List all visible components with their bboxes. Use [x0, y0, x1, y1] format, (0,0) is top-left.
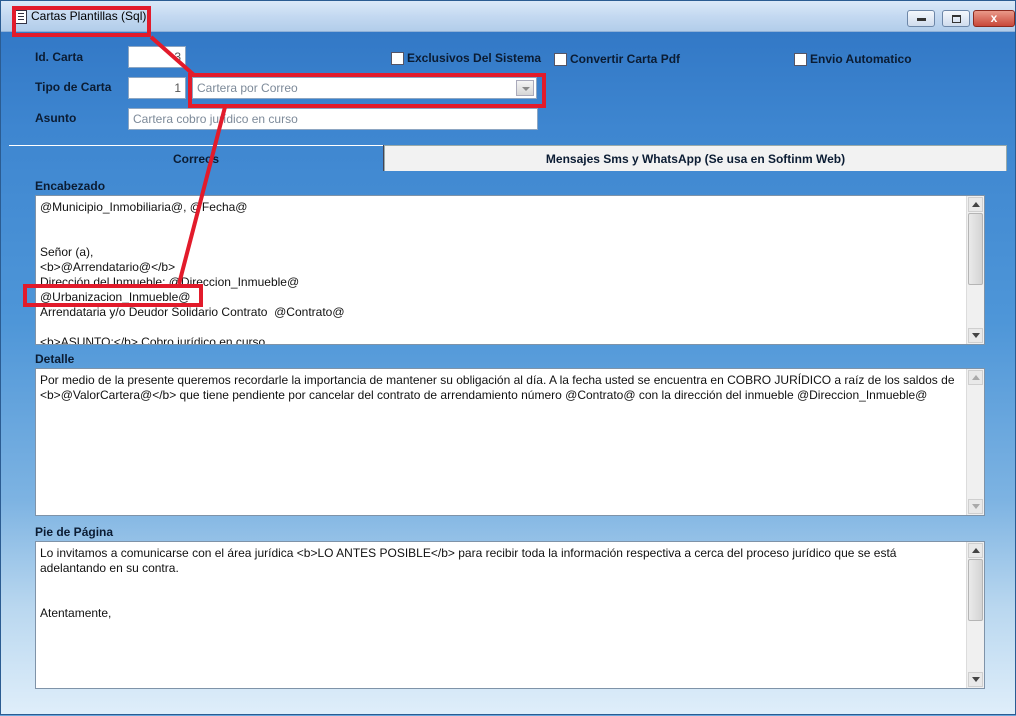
scroll-thumb[interactable] [968, 213, 983, 285]
envio-automatico-checkbox[interactable]: Envio Automatico [794, 52, 912, 66]
pie-de-pagina-scrollbar[interactable] [966, 542, 984, 688]
minimize-button[interactable] [907, 10, 935, 27]
tab-correos[interactable]: Correos [9, 145, 383, 171]
maximize-button[interactable] [942, 10, 970, 27]
encabezado-text: @Municipio_Inmobiliaria@, @Fecha@ Señor … [40, 200, 345, 345]
tipo-carta-field[interactable]: 1 [128, 77, 186, 99]
window-title: Cartas Plantillas (Sql) [31, 9, 147, 23]
encabezado-scrollbar[interactable] [966, 196, 984, 344]
pie-de-pagina-label: Pie de Página [35, 525, 114, 539]
scroll-thumb[interactable] [968, 559, 983, 621]
encabezado-label: Encabezado [35, 179, 106, 193]
close-icon: x [990, 11, 998, 25]
detalle-textarea[interactable]: Por medio de la presente queremos record… [35, 368, 985, 516]
checkbox-box [391, 51, 404, 65]
asunto-label: Asunto [35, 111, 77, 125]
checkbox-box [794, 52, 807, 66]
asunto-field[interactable]: Cartera cobro jurídico en curso [128, 108, 538, 130]
tipo-carta-selected: Cartera por Correo [197, 81, 298, 95]
id-carta-field[interactable]: 3 [128, 46, 186, 68]
pie-de-pagina-textarea[interactable]: Lo invitamos a comunicarse con el área j… [35, 541, 985, 689]
pie-de-pagina-text: Lo invitamos a comunicarse con el área j… [40, 546, 897, 620]
exclusivos-checkbox[interactable]: Exclusivos Del Sistema [391, 51, 541, 65]
close-button[interactable]: x [973, 10, 1015, 27]
encabezado-textarea[interactable]: @Municipio_Inmobiliaria@, @Fecha@ Señor … [35, 195, 985, 345]
tipo-carta-label: Tipo de Carta [35, 80, 112, 94]
checkbox-box [554, 52, 567, 66]
scroll-down-icon[interactable] [968, 328, 983, 343]
envio-automatico-label: Envio Automatico [810, 52, 912, 66]
scroll-up-icon[interactable] [968, 543, 983, 558]
minimize-icon [917, 18, 926, 21]
scroll-down-icon[interactable] [968, 499, 983, 514]
detalle-label: Detalle [35, 352, 75, 366]
scroll-up-icon[interactable] [968, 370, 983, 385]
exclusivos-label: Exclusivos Del Sistema [407, 51, 542, 65]
maximize-icon [952, 15, 961, 23]
scroll-up-icon[interactable] [968, 197, 983, 212]
id-carta-label: Id. Carta [35, 50, 84, 64]
scroll-down-icon[interactable] [968, 672, 983, 687]
tipo-carta-dropdown[interactable]: Cartera por Correo [192, 77, 537, 99]
tab-mensajes-sms[interactable]: Mensajes Sms y WhatsApp (Se usa en Softi… [384, 145, 1007, 171]
cartas-plantillas-window: Cartas Plantillas (Sql) x Id. Carta 3 Ti… [0, 0, 1016, 715]
convertir-pdf-checkbox[interactable]: Convertir Carta Pdf [554, 52, 680, 66]
form-icon [15, 10, 27, 24]
chevron-down-icon[interactable] [516, 80, 534, 96]
detalle-text: Por medio de la presente queremos record… [40, 373, 962, 402]
title-bar: Cartas Plantillas (Sql) x [1, 1, 1015, 32]
detalle-scrollbar[interactable] [966, 369, 984, 515]
tab-strip: Correos Mensajes Sms y WhatsApp (Se usa … [9, 145, 1007, 171]
convertir-pdf-label: Convertir Carta Pdf [570, 52, 681, 66]
